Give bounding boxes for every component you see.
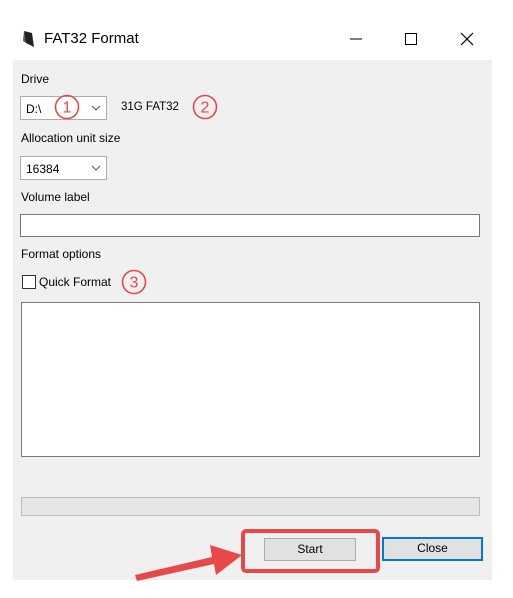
drive-select-value: D:\ [26, 102, 42, 116]
allocation-unit-select[interactable]: 16384 [20, 156, 107, 180]
minimize-icon [350, 38, 362, 40]
quick-format-label[interactable]: Quick Format [39, 275, 111, 289]
drive-info-text: 31G FAT32 [121, 101, 179, 113]
quick-format-checkbox[interactable] [22, 275, 36, 289]
format-progress-bar [21, 497, 480, 516]
annotation-marker-2: 2 [192, 94, 218, 120]
app-icon [23, 31, 34, 47]
maximize-button[interactable] [391, 24, 431, 54]
fat32-format-window: FAT32 Format Drive D:\ 1 31G FAT32 2 All… [0, 0, 513, 598]
annotation-marker-1: 1 [54, 94, 80, 120]
format-options-label: Format options [21, 247, 102, 261]
chevron-down-icon [91, 165, 101, 171]
arrow-icon [135, 545, 242, 581]
svg-text:1: 1 [63, 100, 72, 117]
annotation-marker-3: 3 [121, 269, 147, 295]
log-output-box[interactable] [21, 302, 480, 457]
allocation-unit-label: Allocation unit size [21, 131, 121, 145]
volume-label-input[interactable] [20, 214, 480, 237]
chevron-down-icon [91, 105, 101, 111]
close-button[interactable]: Close [382, 537, 483, 561]
dialog-client-area: Drive D:\ 1 31G FAT32 2 Allocation unit … [13, 60, 492, 580]
start-highlight-box [241, 529, 380, 573]
window-title: FAT32 Format [44, 30, 139, 47]
close-window-button[interactable] [447, 24, 487, 54]
maximize-icon [405, 33, 417, 45]
drive-label: Drive [21, 72, 50, 86]
svg-text:2: 2 [201, 100, 210, 117]
minimize-button[interactable] [336, 24, 376, 54]
title-bar: FAT32 Format [0, 0, 513, 60]
volume-label-caption: Volume label [21, 190, 90, 204]
close-icon [460, 32, 474, 46]
allocation-unit-value: 16384 [26, 162, 60, 176]
svg-text:3: 3 [130, 275, 139, 292]
